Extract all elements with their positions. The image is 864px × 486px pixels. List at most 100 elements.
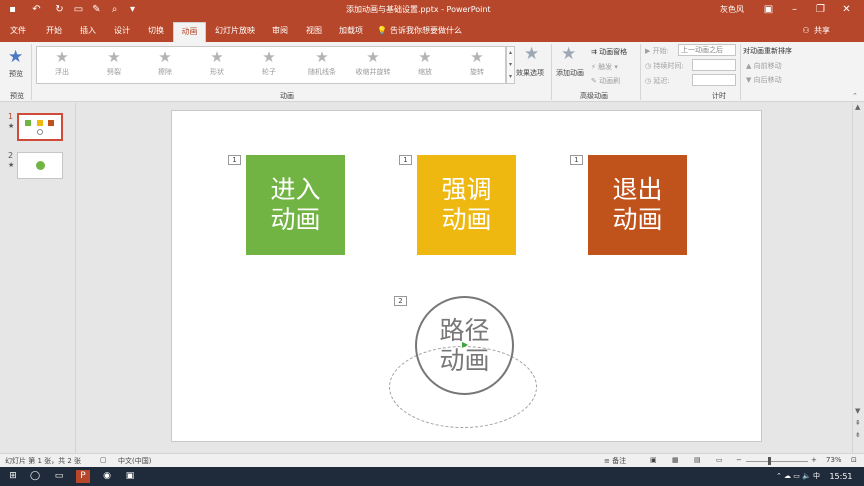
slideshow-view-icon[interactable]: ▭ bbox=[716, 456, 723, 464]
reorder-title: 对动画重新排序 bbox=[743, 47, 792, 55]
move-later-button[interactable]: ▼ 向后移动 bbox=[746, 75, 782, 85]
random-bars-icon: ★ bbox=[315, 48, 329, 66]
zoom-out-icon[interactable]: − bbox=[736, 456, 742, 464]
user-name[interactable]: 灰色风 bbox=[720, 4, 744, 15]
preview-star-icon[interactable]: ★ bbox=[8, 47, 23, 67]
animation-option-6[interactable]: ★ 收缩并旋转 bbox=[349, 47, 397, 83]
path-start-marker-icon: ▶ bbox=[462, 340, 469, 349]
emphasis-animation-box[interactable]: 强调 动画 bbox=[417, 155, 516, 255]
next-slide-icon[interactable]: ⇟ bbox=[855, 431, 861, 439]
zoom-in-icon[interactable]: + bbox=[811, 456, 817, 464]
reading-view-icon[interactable]: ▤ bbox=[694, 456, 701, 464]
tab-animations[interactable]: 动画 bbox=[173, 22, 206, 42]
minimize-icon[interactable]: – bbox=[788, 3, 801, 16]
animation-order-tag[interactable]: 2 bbox=[394, 296, 407, 306]
close-icon[interactable]: ✕ bbox=[840, 3, 853, 16]
delay-input[interactable] bbox=[692, 74, 736, 86]
undo-icon[interactable]: ↶ bbox=[30, 3, 43, 16]
effect-options-icon[interactable]: ★ bbox=[524, 44, 539, 64]
animation-pane-button[interactable]: ⇉ 动画窗格 bbox=[591, 47, 627, 57]
collapse-ribbon-icon[interactable]: ⌃ bbox=[852, 92, 858, 100]
slide-thumbnail-1[interactable] bbox=[17, 113, 63, 141]
touch-mode-icon[interactable]: ✎ bbox=[90, 3, 103, 16]
powerpoint-taskbar-icon[interactable]: P bbox=[76, 470, 90, 483]
zoom-slider[interactable] bbox=[746, 461, 808, 462]
animation-option-label: 轮子 bbox=[262, 68, 276, 76]
group-advanced-label: 高级动画 bbox=[580, 92, 608, 100]
share-button[interactable]: 共享 bbox=[814, 20, 830, 42]
duration-input[interactable] bbox=[692, 59, 736, 71]
animation-option-label: 缩放 bbox=[418, 68, 432, 76]
gallery-scroll[interactable]: ▴ ▾ ▾ bbox=[506, 46, 515, 84]
redo-icon[interactable]: ↻ bbox=[53, 3, 66, 16]
effect-options-button[interactable]: 效果选项 bbox=[516, 68, 544, 78]
clock[interactable]: 15:51 bbox=[826, 470, 856, 483]
vertical-scrollbar[interactable]: ▲ ▼ ⇞ ⇟ bbox=[852, 103, 864, 453]
move-earlier-button[interactable]: ▲ 向前移动 bbox=[746, 61, 782, 71]
notes-button[interactable]: ≡ 备注 bbox=[604, 456, 626, 466]
start-select[interactable]: 上一动画之后 bbox=[678, 44, 736, 56]
slide-number: 1 bbox=[8, 112, 14, 121]
zoom-level[interactable]: 73% bbox=[826, 456, 842, 464]
windows-start-icon[interactable]: ⊞ bbox=[6, 470, 20, 483]
tab-transitions[interactable]: 切换 bbox=[142, 20, 170, 42]
scroll-down-icon[interactable]: ▼ bbox=[855, 407, 860, 415]
animation-option-7[interactable]: ★ 缩放 bbox=[401, 47, 449, 83]
preview-button[interactable]: 预览 bbox=[9, 69, 23, 79]
animation-order-tag[interactable]: 1 bbox=[228, 155, 241, 165]
tab-file[interactable]: 文件 bbox=[4, 20, 32, 42]
slide-thumbnail-2[interactable] bbox=[17, 152, 63, 179]
animation-order-tag[interactable]: 1 bbox=[399, 155, 412, 165]
print-preview-icon[interactable]: ⌕ bbox=[108, 3, 121, 16]
animation-option-2[interactable]: ★ 擦除 bbox=[141, 47, 189, 83]
exit-animation-box[interactable]: 退出 动画 bbox=[588, 155, 687, 255]
taskbar-app-icon[interactable]: ◉ bbox=[100, 470, 114, 483]
language-indicator[interactable]: 中文(中国) bbox=[118, 456, 151, 466]
add-animation-button[interactable]: 添加动画 bbox=[556, 68, 584, 78]
animation-option-5[interactable]: ★ 随机线条 bbox=[298, 47, 346, 83]
add-animation-icon[interactable]: ★ bbox=[561, 44, 576, 64]
customize-toolbar-icon[interactable]: ▾ bbox=[126, 3, 139, 16]
fit-to-window-icon[interactable]: ⊡ bbox=[851, 456, 857, 464]
slide-canvas[interactable]: 1 进入 动画 1 强调 动画 1 退出 动画 2 路径 动画 ▶ bbox=[171, 110, 762, 442]
tab-addins[interactable]: 加载项 bbox=[334, 20, 368, 42]
thumb-box-green bbox=[25, 120, 31, 126]
animation-option-label: 劈裂 bbox=[107, 68, 121, 76]
restore-icon[interactable]: ❐ bbox=[814, 3, 827, 16]
slide-thumbnail-pane: 1 ★ 2 ★ bbox=[0, 103, 76, 453]
trigger-button[interactable]: ⚡ 触发 ▾ bbox=[591, 62, 618, 72]
separator bbox=[31, 44, 32, 100]
tab-slideshow[interactable]: 幻灯片放映 bbox=[210, 20, 260, 42]
animation-option-4[interactable]: ★ 轮子 bbox=[245, 47, 293, 83]
save-icon[interactable]: ▪ bbox=[6, 3, 19, 16]
animation-order-tag[interactable]: 1 bbox=[570, 155, 583, 165]
animation-painter-button[interactable]: ✎ 动画刷 bbox=[591, 76, 620, 86]
animation-option-0[interactable]: ★ 浮出 bbox=[38, 47, 86, 83]
system-tray-icons[interactable]: ⌃ ☁ ▭ 🔈 中 bbox=[768, 470, 828, 483]
start-from-beginning-icon[interactable]: ▭ bbox=[72, 3, 85, 16]
animation-star-icon: ★ bbox=[8, 122, 15, 130]
thumb-box-yellow bbox=[37, 120, 43, 126]
tell-me-box[interactable]: 告诉我你想要做什么 bbox=[390, 20, 462, 42]
task-view-icon[interactable]: ▭ bbox=[52, 470, 66, 483]
delay-label: ◷ 延迟: bbox=[645, 77, 670, 85]
tab-view[interactable]: 视图 bbox=[300, 20, 328, 42]
previous-slide-icon[interactable]: ⇞ bbox=[855, 419, 861, 427]
animation-option-1[interactable]: ★ 劈裂 bbox=[90, 47, 138, 83]
scroll-up-icon[interactable]: ▲ bbox=[855, 103, 860, 111]
search-icon[interactable]: ◯ bbox=[28, 470, 42, 483]
normal-view-icon[interactable]: ▣ bbox=[650, 456, 657, 464]
taskbar-app-icon[interactable]: ▣ bbox=[123, 470, 137, 483]
tab-design[interactable]: 设计 bbox=[108, 20, 136, 42]
tab-review[interactable]: 审阅 bbox=[266, 20, 294, 42]
ribbon-display-icon[interactable]: ▣ bbox=[762, 3, 775, 16]
zoom-slider-thumb[interactable] bbox=[768, 457, 771, 465]
animation-option-8[interactable]: ★ 旋转 bbox=[453, 47, 501, 83]
zoom-icon: ★ bbox=[418, 48, 432, 66]
tab-home[interactable]: 开始 bbox=[40, 20, 68, 42]
slide-sorter-icon[interactable]: ▦ bbox=[672, 456, 679, 464]
spell-check-icon[interactable]: ▢ bbox=[100, 456, 107, 464]
tab-insert[interactable]: 插入 bbox=[74, 20, 102, 42]
animation-option-3[interactable]: ★ 形状 bbox=[193, 47, 241, 83]
enter-animation-box[interactable]: 进入 动画 bbox=[246, 155, 345, 255]
